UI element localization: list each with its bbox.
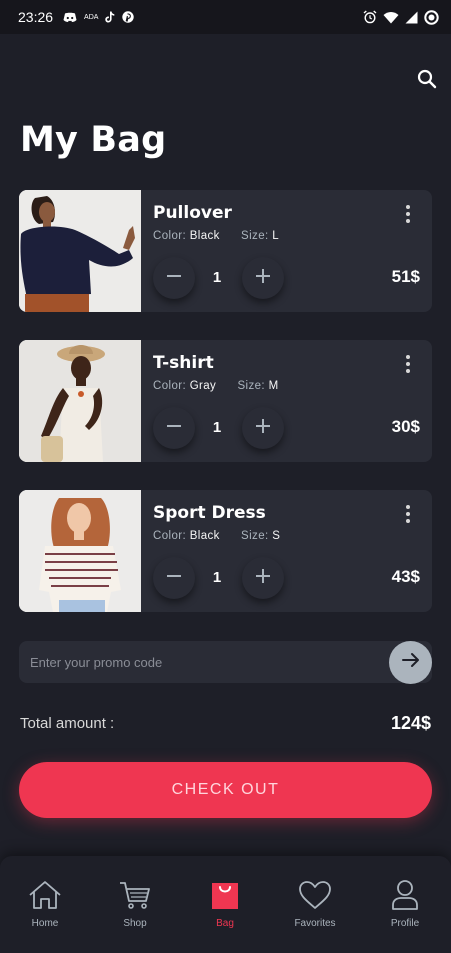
- tiktok-icon: [105, 11, 115, 23]
- minus-icon: [166, 418, 182, 439]
- size-value: M: [268, 380, 279, 392]
- decrease-quantity-button[interactable]: [153, 557, 195, 599]
- plus-icon: [255, 568, 271, 589]
- color-value: Gray: [189, 380, 217, 392]
- woman-in-striped-tee-photo: [19, 490, 141, 612]
- decrease-quantity-button[interactable]: [153, 407, 195, 449]
- plus-icon: [255, 268, 271, 289]
- woman-in-straw-hat-photo: [19, 340, 141, 462]
- nav-favorites-label: Favorites: [294, 918, 336, 929]
- bag-icon: [207, 878, 243, 912]
- color-label: Color:: [153, 230, 187, 242]
- quantity-value: 1: [212, 419, 222, 436]
- bag-item-t-shirt[interactable]: T-shirt Color: Gray Size: M 1 30$: [19, 340, 432, 462]
- plus-icon: [255, 418, 271, 439]
- nav-shop-label: Shop: [123, 918, 147, 929]
- home-icon: [27, 878, 63, 912]
- item-attributes: Color: Gray Size: M: [153, 380, 279, 392]
- size-label: Size:: [241, 230, 269, 242]
- battery-icon: [424, 9, 439, 25]
- search-button[interactable]: [414, 68, 440, 94]
- status-bar: 23:26 ADA: [0, 0, 451, 34]
- page-title: My Bag: [20, 120, 167, 160]
- item-price: 51$: [391, 267, 420, 286]
- item-name: Pullover: [153, 203, 232, 223]
- pinterest-icon: [122, 11, 135, 23]
- more-vertical-icon: [406, 369, 410, 373]
- cart-icon: [117, 878, 153, 912]
- minus-icon: [166, 568, 182, 589]
- color-label: Color:: [153, 530, 187, 542]
- ada-label: ADA: [84, 13, 99, 21]
- promo-code-input[interactable]: [19, 641, 384, 683]
- nav-profile-label: Profile: [390, 918, 420, 929]
- size-label: Size:: [241, 530, 269, 542]
- notification-icons: ADA: [63, 11, 135, 23]
- more-vertical-icon: [406, 362, 410, 366]
- total-amount-value: 124$: [390, 713, 431, 733]
- item-more-button[interactable]: [398, 354, 418, 374]
- nav-bag-label: Bag: [216, 918, 234, 929]
- status-time: 23:26: [18, 9, 54, 25]
- more-vertical-icon: [406, 212, 410, 216]
- nav-home-label: Home: [31, 918, 59, 929]
- item-name: T-shirt: [153, 353, 214, 373]
- nav-shop[interactable]: Shop: [90, 878, 180, 938]
- checkout-button[interactable]: CHECK OUT: [19, 762, 432, 818]
- total-amount-label: Total amount :: [20, 715, 115, 732]
- wifi-icon: [383, 11, 399, 24]
- item-attributes: Color: Black Size: L: [153, 230, 279, 242]
- search-icon: [417, 69, 437, 94]
- color-value: Black: [189, 530, 220, 542]
- item-price: 30$: [391, 417, 420, 436]
- color-value: Black: [189, 230, 220, 242]
- nav-favorites[interactable]: Favorites: [270, 878, 360, 938]
- arrow-right-icon: [401, 652, 420, 673]
- signal-icon: [405, 11, 418, 24]
- nav-bag[interactable]: Bag: [180, 878, 270, 938]
- nav-home[interactable]: Home: [0, 878, 90, 938]
- promo-code-bar: [19, 641, 432, 684]
- apply-promo-button[interactable]: [389, 641, 432, 684]
- discord-icon: [63, 12, 77, 23]
- bag-item-sport-dress[interactable]: Sport Dress Color: Black Size: S 1 43$: [19, 490, 432, 612]
- quantity-value: 1: [212, 269, 222, 286]
- increase-quantity-button[interactable]: [242, 407, 284, 449]
- more-vertical-icon: [406, 205, 410, 209]
- quantity-value: 1: [212, 569, 222, 586]
- color-label: Color:: [153, 380, 187, 392]
- item-name: Sport Dress: [153, 503, 266, 523]
- heart-icon: [297, 878, 333, 912]
- increase-quantity-button[interactable]: [242, 557, 284, 599]
- size-label: Size:: [237, 380, 266, 392]
- bag-item-pullover[interactable]: Pullover Color: Black Size: L 1 51$: [19, 190, 432, 312]
- woman-in-navy-pullover-photo: [19, 190, 141, 312]
- person-icon: [387, 878, 423, 912]
- item-attributes: Color: Black Size: S: [153, 530, 280, 542]
- minus-icon: [166, 268, 182, 289]
- item-price: 43$: [391, 567, 420, 586]
- nav-profile[interactable]: Profile: [360, 878, 450, 938]
- size-value: S: [272, 530, 281, 542]
- more-vertical-icon: [406, 219, 410, 223]
- item-more-button[interactable]: [398, 204, 418, 224]
- more-vertical-icon: [406, 512, 410, 516]
- more-vertical-icon: [406, 519, 410, 523]
- more-vertical-icon: [406, 505, 410, 509]
- increase-quantity-button[interactable]: [242, 257, 284, 299]
- decrease-quantity-button[interactable]: [153, 257, 195, 299]
- bottom-navigation: Home Shop Bag Favorites Profile: [0, 856, 451, 953]
- system-icons: [363, 9, 439, 25]
- more-vertical-icon: [406, 355, 410, 359]
- item-more-button[interactable]: [398, 504, 418, 524]
- size-value: L: [272, 230, 280, 242]
- alarm-icon: [363, 10, 377, 24]
